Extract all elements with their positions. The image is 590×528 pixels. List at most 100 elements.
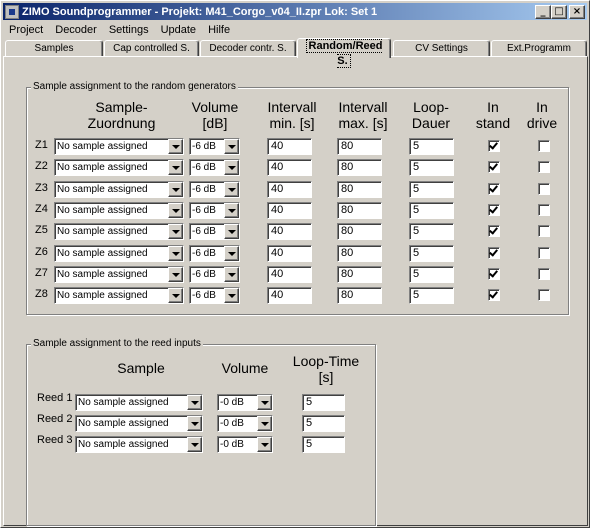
chevron-down-icon[interactable] (168, 267, 183, 282)
random-sample-select-z8[interactable]: No sample assigned (54, 287, 184, 304)
interval-min-field-z2[interactable]: 40 (267, 159, 312, 176)
chevron-down-icon[interactable] (168, 246, 183, 261)
interval-min-field-z8[interactable]: 40 (267, 287, 312, 304)
interval-min-field-z7[interactable]: 40 (267, 266, 312, 283)
loop-dauer-field-z4[interactable]: 5 (409, 202, 454, 219)
interval-max-field-z2[interactable]: 80 (337, 159, 382, 176)
interval-min-field-z6[interactable]: 40 (267, 245, 312, 262)
random-sample-select-z7[interactable]: No sample assigned (54, 266, 184, 283)
in-stand-checkbox-z1[interactable] (488, 140, 500, 152)
in-stand-checkbox-z2[interactable] (488, 161, 500, 173)
interval-min-field-z3[interactable]: 40 (267, 181, 312, 198)
in-drive-checkbox-z4[interactable] (538, 204, 550, 216)
in-drive-checkbox-z2[interactable] (538, 161, 550, 173)
interval-max-field-z5[interactable]: 80 (337, 223, 382, 240)
maximize-button[interactable]: □ (551, 5, 567, 19)
in-drive-checkbox-z7[interactable] (538, 268, 550, 280)
tab-cv-settings[interactable]: CV Settings (393, 40, 490, 57)
random-volume-select-z6[interactable]: -6 dB (189, 245, 240, 262)
in-stand-checkbox-z6[interactable] (488, 247, 500, 259)
interval-max-field-z6[interactable]: 80 (337, 245, 382, 262)
tab-cap-controlled[interactable]: Cap controlled S. (104, 40, 199, 57)
chevron-down-icon[interactable] (168, 203, 183, 218)
tab-random-reed[interactable]: Random/Reed S. (297, 38, 391, 68)
loop-dauer-field-z1[interactable]: 5 (409, 138, 454, 155)
menu-project[interactable]: Project (3, 24, 49, 36)
minimize-button[interactable]: _ (535, 5, 551, 19)
loop-dauer-field-z3[interactable]: 5 (409, 181, 454, 198)
loop-dauer-field-z5[interactable]: 5 (409, 223, 454, 240)
loop-dauer-field-z2[interactable]: 5 (409, 159, 454, 176)
reed-loop-time-field-1[interactable]: 5 (302, 394, 345, 411)
interval-min-field-z1[interactable]: 40 (267, 138, 312, 155)
chevron-down-icon[interactable] (257, 395, 272, 410)
reed-sample-select-3[interactable]: No sample assigned (75, 436, 203, 453)
in-stand-checkbox-z7[interactable] (488, 268, 500, 280)
reed-volume-select-3[interactable]: -0 dB (217, 436, 273, 453)
chevron-down-icon[interactable] (224, 288, 239, 303)
tab-samples[interactable]: Samples (5, 40, 103, 57)
interval-max-field-z7[interactable]: 80 (337, 266, 382, 283)
in-drive-checkbox-z5[interactable] (538, 225, 550, 237)
interval-max-field-z4[interactable]: 80 (337, 202, 382, 219)
interval-max-field-z1[interactable]: 80 (337, 138, 382, 155)
chevron-down-icon[interactable] (168, 288, 183, 303)
close-button[interactable]: × (569, 5, 585, 19)
chevron-down-icon[interactable] (224, 182, 239, 197)
in-stand-checkbox-z3[interactable] (488, 183, 500, 195)
in-stand-checkbox-z4[interactable] (488, 204, 500, 216)
reed-loop-time-field-3[interactable]: 5 (302, 436, 345, 453)
reed-volume-select-2[interactable]: -0 dB (217, 415, 273, 432)
menu-settings[interactable]: Settings (103, 24, 155, 36)
interval-max-field-z3[interactable]: 80 (337, 181, 382, 198)
in-stand-checkbox-z8[interactable] (488, 289, 500, 301)
random-sample-select-z6[interactable]: No sample assigned (54, 245, 184, 262)
loop-dauer-field-z7[interactable]: 5 (409, 266, 454, 283)
chevron-down-icon[interactable] (224, 267, 239, 282)
interval-min-field-z5[interactable]: 40 (267, 223, 312, 240)
menu-update[interactable]: Update (155, 24, 202, 36)
random-sample-select-z1[interactable]: No sample assigned (54, 138, 184, 155)
in-drive-checkbox-z8[interactable] (538, 289, 550, 301)
chevron-down-icon[interactable] (168, 224, 183, 239)
random-sample-select-z3[interactable]: No sample assigned (54, 181, 184, 198)
random-sample-select-z5[interactable]: No sample assigned (54, 223, 184, 240)
reed-volume-select-1[interactable]: -0 dB (217, 394, 273, 411)
chevron-down-icon[interactable] (257, 437, 272, 452)
in-drive-checkbox-z1[interactable] (538, 140, 550, 152)
chevron-down-icon[interactable] (224, 160, 239, 175)
chevron-down-icon[interactable] (224, 246, 239, 261)
tab-decoder-controlled[interactable]: Decoder contr. S. (200, 40, 296, 57)
tab-ext-programm[interactable]: Ext.Programm (491, 40, 587, 57)
in-stand-checkbox-z5[interactable] (488, 225, 500, 237)
chevron-down-icon[interactable] (224, 203, 239, 218)
random-volume-select-z2[interactable]: -6 dB (189, 159, 240, 176)
random-sample-select-z2[interactable]: No sample assigned (54, 159, 184, 176)
chevron-down-icon[interactable] (257, 416, 272, 431)
random-volume-select-z4[interactable]: -6 dB (189, 202, 240, 219)
interval-max-field-z8[interactable]: 80 (337, 287, 382, 304)
reed-sample-select-1[interactable]: No sample assigned (75, 394, 203, 411)
random-volume-select-z8[interactable]: -6 dB (189, 287, 240, 304)
chevron-down-icon[interactable] (168, 182, 183, 197)
chevron-down-icon[interactable] (224, 224, 239, 239)
random-sample-select-z4[interactable]: No sample assigned (54, 202, 184, 219)
chevron-down-icon[interactable] (224, 139, 239, 154)
loop-dauer-field-z8[interactable]: 5 (409, 287, 454, 304)
interval-min-field-z4[interactable]: 40 (267, 202, 312, 219)
loop-dauer-field-z6[interactable]: 5 (409, 245, 454, 262)
chevron-down-icon[interactable] (168, 160, 183, 175)
reed-loop-time-field-2[interactable]: 5 (302, 415, 345, 432)
chevron-down-icon[interactable] (168, 139, 183, 154)
random-volume-select-z3[interactable]: -6 dB (189, 181, 240, 198)
chevron-down-icon[interactable] (187, 395, 202, 410)
random-volume-select-z7[interactable]: -6 dB (189, 266, 240, 283)
in-drive-checkbox-z3[interactable] (538, 183, 550, 195)
in-drive-checkbox-z6[interactable] (538, 247, 550, 259)
chevron-down-icon[interactable] (187, 437, 202, 452)
menu-decoder[interactable]: Decoder (49, 24, 103, 36)
random-volume-select-z5[interactable]: -6 dB (189, 223, 240, 240)
reed-sample-select-2[interactable]: No sample assigned (75, 415, 203, 432)
chevron-down-icon[interactable] (187, 416, 202, 431)
random-volume-select-z1[interactable]: -6 dB (189, 138, 240, 155)
